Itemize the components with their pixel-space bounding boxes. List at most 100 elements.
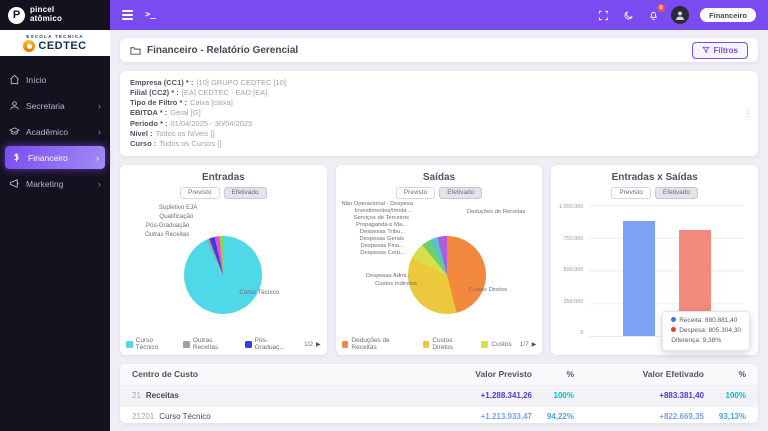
pie-callout: Despesas Tribu... bbox=[360, 229, 405, 235]
fullscreen-icon[interactable] bbox=[596, 8, 610, 22]
sidebar-item-academico[interactable]: Acadêmico › bbox=[0, 120, 110, 143]
pct-previsto-cell: 100% bbox=[532, 391, 574, 400]
receita-bar[interactable] bbox=[623, 221, 655, 336]
chevron-right-icon: › bbox=[98, 127, 101, 137]
toggle-efetivado[interactable]: Efetivado bbox=[439, 187, 482, 199]
toggle-previsto[interactable]: Previsto bbox=[396, 187, 435, 199]
kebab-menu-icon[interactable]: ⋮ bbox=[743, 107, 752, 119]
saidas-pie[interactable] bbox=[408, 236, 486, 314]
main-area: >_ 0 Financeiro bbox=[110, 0, 768, 431]
school-name: CEDTEC bbox=[38, 40, 86, 52]
sidebar-item-inicio[interactable]: Início bbox=[0, 68, 110, 91]
toggle-efetivado[interactable]: Efetivado bbox=[224, 187, 267, 199]
content: Financeiro - Relatório Gerencial Filtros… bbox=[110, 30, 768, 431]
brand[interactable]: P pincel atômico bbox=[0, 0, 110, 30]
filter-row: Filial (CC2) * :[EA] CEDTEC - EAD [EA] bbox=[130, 88, 748, 98]
sidebar-item-financeiro[interactable]: Financeiro › bbox=[5, 146, 105, 169]
y-tick: 1.000.000 bbox=[559, 205, 583, 211]
legend-item[interactable]: Custos bbox=[481, 341, 511, 348]
filter-value: Todos os Cursos [] bbox=[159, 139, 221, 149]
school-logo: ESCOLA TÉCNICA CEDTEC bbox=[0, 30, 110, 56]
tooltip-text: Receita: 880.881,40 bbox=[679, 317, 737, 324]
legend-next-icon[interactable]: ▶ bbox=[532, 341, 537, 348]
toggle-previsto[interactable]: Previsto bbox=[180, 187, 219, 199]
pie-callout: Outras Receitas bbox=[145, 231, 189, 238]
pie-callout: Custos Indiretos bbox=[375, 281, 417, 287]
pie-callout: Despesas Fina... bbox=[361, 243, 405, 249]
filter-label: Filial (CC2) * : bbox=[130, 88, 179, 98]
chart-title: Entradas x Saídas bbox=[557, 172, 752, 183]
pie-callout: Despesas Corp... bbox=[360, 250, 405, 256]
pie-callout: Supletivo EJA bbox=[159, 204, 198, 211]
table-row-receitas[interactable]: 21Receitas +1.288.341,26 100% +883.381,4… bbox=[120, 386, 758, 407]
toggle-efetivado[interactable]: Efetivado bbox=[655, 187, 698, 199]
chart-title: Entradas bbox=[126, 172, 321, 183]
legend-item[interactable]: Pós-Graduaç... bbox=[245, 337, 296, 351]
y-axis-ticks: 1.000.000 750.000 500.000 250.000 0 bbox=[557, 205, 583, 337]
legend-swatch bbox=[245, 341, 252, 348]
filter-value: 01/04/2025 - 30/04/2025 bbox=[171, 119, 253, 129]
legend-item[interactable]: Deduções de Receitas bbox=[342, 337, 415, 351]
filter-row: Curso :Todos os Cursos [] bbox=[130, 139, 748, 149]
hamburger-menu-icon[interactable] bbox=[122, 10, 133, 19]
legend-label: Custos bbox=[491, 341, 511, 348]
legend-label: Curso Técnico bbox=[136, 337, 176, 351]
pie-callout: Pós-Graduação bbox=[146, 222, 189, 229]
filter-summary-card: Empresa (CC1) * :[10] GRUPO CEDTEC [10] … bbox=[120, 71, 758, 156]
legend-label: Deduções de Receitas bbox=[351, 337, 414, 351]
dark-mode-moon-icon[interactable] bbox=[621, 8, 635, 22]
sidebar-item-label: Marketing bbox=[26, 179, 63, 189]
tooltip-line: Receita: 880.881,40 bbox=[671, 316, 741, 326]
notifications-bell-icon[interactable]: 0 bbox=[646, 8, 660, 22]
sidebar-item-label: Acadêmico bbox=[26, 127, 68, 137]
sidebar-item-marketing[interactable]: Marketing › bbox=[0, 172, 110, 195]
filter-row: EBITDA * :Geral [G] bbox=[130, 108, 748, 118]
entradas-pie[interactable] bbox=[184, 236, 262, 314]
table-header-row: Centro de Custo Valor Previsto % Valor E… bbox=[120, 364, 758, 386]
pincel-logo-icon: P bbox=[8, 7, 25, 24]
entradas-chart-card: Entradas Previsto Efetivado Supletivo EJ… bbox=[120, 165, 327, 355]
cost-center-code: 21201 bbox=[132, 412, 154, 421]
saidas-legend: Deduções de Receitas Custos Diretos Cust… bbox=[342, 338, 537, 351]
brand-line2: atômico bbox=[30, 15, 62, 24]
chart-tooltip: Receita: 880.881,40 Despesa: 805.304,30 … bbox=[662, 311, 750, 351]
table-row-curso-tecnico[interactable]: 21201Curso Técnico +1.213.933,47 94,22% … bbox=[120, 407, 758, 423]
legend-item[interactable]: Curso Técnico bbox=[126, 337, 175, 351]
filter-row: Período * :01/04/2025 - 30/04/2025 bbox=[130, 119, 748, 129]
filter-value: Caixa [caixa] bbox=[190, 98, 233, 108]
terminal-icon[interactable]: >_ bbox=[145, 10, 156, 20]
valor-efetivado-cell: +883.381,40 bbox=[574, 391, 704, 400]
chevron-right-icon: › bbox=[98, 179, 101, 189]
col-header-pct-efetivado: % bbox=[704, 369, 746, 379]
filter-label: Período * : bbox=[130, 119, 168, 129]
sidebar: P pincel atômico ESCOLA TÉCNICA CEDTEC I… bbox=[0, 0, 110, 431]
filter-value: Geral [G] bbox=[170, 108, 200, 118]
legend-label: Custos Diretos bbox=[432, 337, 473, 351]
user-avatar[interactable] bbox=[671, 6, 689, 24]
valor-efetivado-cell: +822.669,35 bbox=[574, 412, 704, 421]
col-header-valor-previsto: Valor Previsto bbox=[427, 369, 532, 379]
user-icon bbox=[9, 100, 20, 111]
filters-button[interactable]: Filtros bbox=[692, 42, 748, 59]
toggle-previsto[interactable]: Previsto bbox=[611, 187, 650, 199]
filter-row: Nível :Todos os Níveis [] bbox=[130, 129, 748, 139]
filters-button-label: Filtros bbox=[714, 46, 738, 55]
pct-efetivado-cell: 100% bbox=[704, 391, 746, 400]
graduation-cap-icon bbox=[9, 126, 20, 137]
legend-item[interactable]: Custos Diretos bbox=[423, 337, 474, 351]
legend-next-icon[interactable]: ▶ bbox=[316, 341, 321, 348]
pct-efetivado-cell: 93,13% bbox=[704, 412, 746, 421]
y-tick: 250.000 bbox=[563, 300, 583, 306]
sidebar-item-label: Início bbox=[26, 75, 46, 85]
folder-icon bbox=[130, 45, 141, 56]
pie-callout: Curso Técnico bbox=[239, 289, 279, 296]
filter-label: Tipo de Filtro * : bbox=[130, 98, 187, 108]
filter-value: Todos os Níveis [] bbox=[156, 129, 215, 139]
sidebar-item-secretaria[interactable]: Secretaria › bbox=[0, 94, 110, 117]
page-header: Financeiro - Relatório Gerencial Filtros bbox=[120, 38, 758, 62]
user-role-pill[interactable]: Financeiro bbox=[700, 8, 756, 22]
cedtec-logo-icon bbox=[23, 40, 35, 52]
col-header-centro-de-custo: Centro de Custo bbox=[132, 369, 427, 379]
centro-de-custo-table: Centro de Custo Valor Previsto % Valor E… bbox=[120, 364, 758, 423]
legend-item[interactable]: Outras Receitas bbox=[183, 337, 237, 351]
